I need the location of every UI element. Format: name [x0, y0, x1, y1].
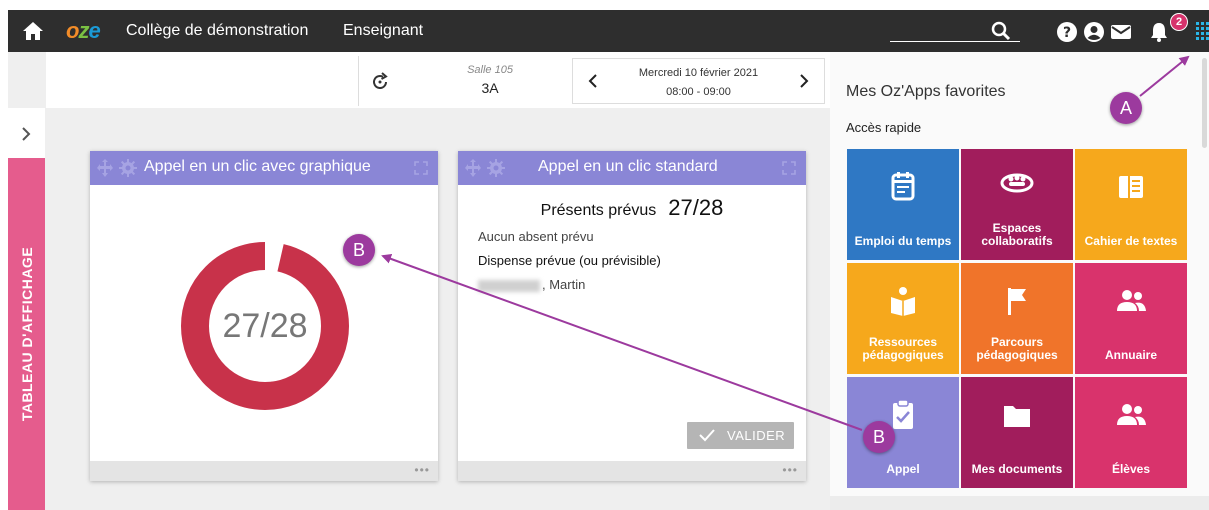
- tile-emploi-du-temps[interactable]: Emploi du temps: [847, 149, 959, 260]
- more-icon[interactable]: •••: [782, 463, 798, 477]
- dispense-student: , Martin: [478, 277, 585, 292]
- validate-button[interactable]: VALIDER: [687, 422, 794, 449]
- folder-icon: [1004, 406, 1030, 427]
- oze-logo[interactable]: oze: [66, 18, 101, 44]
- expand-sidebar-icon[interactable]: [16, 124, 36, 144]
- presents-summary: Présents prévus 27/28: [458, 195, 806, 221]
- dispense-student-name: , Martin: [542, 277, 586, 292]
- tile-label: Cahier de textes: [1084, 234, 1178, 248]
- mail-icon[interactable]: [1110, 21, 1132, 43]
- flag-icon: [1008, 288, 1026, 315]
- tile-label: Mes documents: [971, 462, 1063, 476]
- tile-label: Annuaire: [1104, 348, 1157, 362]
- widget-title: Appel en un clic standard: [538, 158, 718, 175]
- donut-label: 27/28: [222, 307, 307, 345]
- tile-parcours-pedagogiques[interactable]: Parcours pédagogiques: [961, 263, 1073, 374]
- widget-appel-standard: Appel en un clic standard Présents prévu…: [458, 151, 806, 481]
- time-label: 08:00 - 09:00: [666, 86, 731, 98]
- widget-appel-graphique: Appel en un clic avec graphique 27/28 ••…: [90, 151, 438, 481]
- bell-icon[interactable]: [1148, 21, 1170, 43]
- room-selector[interactable]: Salle 105 3A: [455, 64, 525, 96]
- panel-title: Mes Oz'Apps favorites: [846, 83, 1006, 100]
- top-bar: oze Collège de démonstration Enseignant …: [8, 10, 1209, 52]
- widget-header: Appel en un clic avec graphique: [90, 151, 438, 185]
- move-settings-icon[interactable]: [96, 159, 144, 177]
- tile-label: Appel: [886, 462, 920, 476]
- reader-icon: [891, 287, 915, 316]
- chevron-left-icon[interactable]: [587, 73, 599, 89]
- search-icon[interactable]: [990, 20, 1012, 42]
- book-icon: [1119, 176, 1143, 198]
- calendar-icon: [891, 172, 915, 201]
- notification-badge[interactable]: 2: [1170, 13, 1188, 31]
- tile-espaces-collaboratifs[interactable]: Espaces collaboratifs: [961, 149, 1073, 260]
- students-icon: [1117, 404, 1146, 425]
- annotation-marker-b-source: B: [863, 421, 895, 453]
- group-icon: [1000, 173, 1034, 193]
- widget-footer: •••: [458, 461, 806, 481]
- apps-grid-icon[interactable]: [1196, 22, 1209, 40]
- svg-text:?: ?: [1063, 25, 1071, 41]
- date-navigator: Mercredi 10 février 2021 08:00 - 09:00: [572, 58, 825, 104]
- redacted-name: [478, 279, 540, 292]
- home-icon[interactable]: [22, 21, 44, 41]
- tile-label: Élèves: [1111, 462, 1151, 476]
- panel-subtitle: Accès rapide: [846, 120, 922, 135]
- tile-ressources-pedagogiques[interactable]: Ressources pédagogiques: [847, 263, 959, 374]
- panel-bottom-bar: [830, 496, 1209, 510]
- attendance-donut: 27/28: [181, 242, 349, 410]
- date-label: Mercredi 10 février 2021: [638, 67, 759, 79]
- tab-tableau-affichage-label: TABLEAU D'AFFICHAGE: [18, 246, 35, 422]
- check-icon: [699, 429, 715, 442]
- role-label[interactable]: Enseignant: [343, 22, 423, 40]
- tile-label: Espaces collaboratifs: [981, 221, 1053, 248]
- school-name[interactable]: Collège de démonstration: [126, 22, 308, 40]
- chevron-right-icon[interactable]: [798, 73, 810, 89]
- tile-label: Ressources pédagogiques: [862, 335, 944, 362]
- no-absent-text: Aucun absent prévu: [478, 229, 594, 244]
- tile-eleves[interactable]: Élèves: [1075, 377, 1187, 488]
- tile-cahier-de-textes[interactable]: Cahier de textes: [1075, 149, 1187, 260]
- panel-scrollbar[interactable]: [1202, 58, 1207, 148]
- annotation-marker-b-target: B: [343, 234, 375, 266]
- move-settings-icon[interactable]: [464, 159, 512, 177]
- user-account-icon[interactable]: [1083, 21, 1105, 43]
- tile-annuaire[interactable]: Annuaire: [1075, 263, 1187, 374]
- help-icon[interactable]: ?: [1056, 21, 1078, 43]
- tile-label: Parcours pédagogiques: [976, 335, 1058, 362]
- dispense-label: Dispense prévue (ou prévisible): [478, 253, 661, 268]
- refresh-icon[interactable]: [370, 72, 390, 92]
- presents-label: Présents prévus: [540, 202, 657, 219]
- people-icon: [1117, 290, 1146, 311]
- widget-footer: •••: [90, 461, 438, 481]
- room-label: Salle 105: [467, 64, 513, 76]
- more-icon[interactable]: •••: [414, 463, 430, 477]
- header-divider: [358, 56, 359, 106]
- widget-title: Appel en un clic avec graphique: [144, 158, 371, 175]
- expand-icon[interactable]: [782, 161, 796, 175]
- expand-icon[interactable]: [414, 161, 428, 175]
- widget-header: Appel en un clic standard: [458, 151, 806, 185]
- tile-mes-documents[interactable]: Mes documents: [961, 377, 1073, 488]
- validate-label: VALIDER: [727, 428, 786, 443]
- presents-value: 27/28: [668, 195, 724, 220]
- tab-tableau-affichage[interactable]: TABLEAU D'AFFICHAGE: [8, 158, 45, 510]
- annotation-marker-a: A: [1110, 92, 1142, 124]
- tile-label: Emploi du temps: [854, 234, 952, 248]
- class-value: 3A: [481, 80, 499, 96]
